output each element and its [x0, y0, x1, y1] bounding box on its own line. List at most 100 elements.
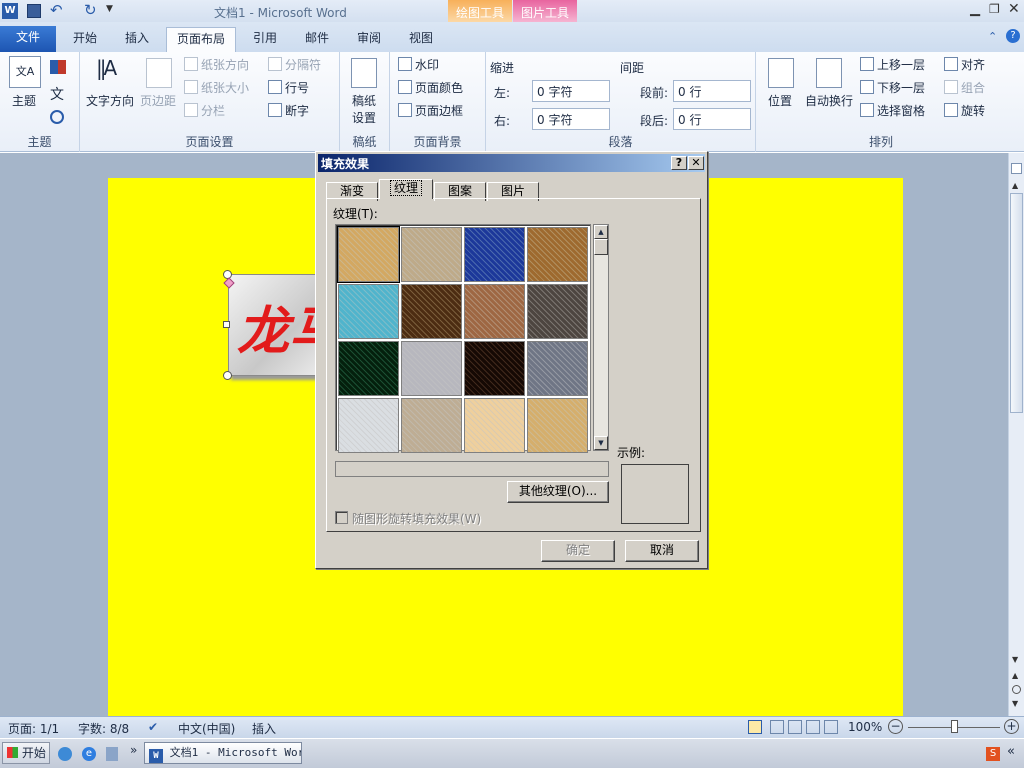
selection-handle[interactable] [223, 321, 230, 328]
ie-icon[interactable]: e [82, 747, 96, 761]
word-app-icon[interactable]: W [2, 3, 18, 19]
dialog-title-bar[interactable]: 填充效果 ? ✕ [318, 154, 705, 172]
texture-swatch[interactable] [338, 341, 399, 396]
zoom-in-icon[interactable]: + [1004, 719, 1019, 734]
more-textures-button[interactable]: 其他纹理(O)... [507, 481, 609, 503]
texture-swatch[interactable] [464, 341, 525, 396]
draft-view-icon[interactable] [824, 720, 838, 734]
texture-swatch[interactable] [401, 341, 462, 396]
indent-left-input[interactable]: 0 字符 [532, 80, 610, 102]
texture-scroll-down-icon[interactable]: ▼ [594, 436, 608, 450]
texture-swatch[interactable] [337, 226, 400, 283]
draft-settings-icon[interactable] [351, 58, 377, 88]
dialog-help-button[interactable]: ? [671, 156, 687, 170]
wrap-text-icon[interactable] [816, 58, 842, 88]
breaks-button[interactable]: 分隔符 [268, 56, 321, 73]
texture-swatch[interactable] [401, 227, 462, 282]
quick-access-dropdown-icon[interactable]: ▼ [106, 4, 113, 14]
quick-launch-overflow-icon[interactable]: » [130, 743, 137, 757]
web-layout-icon[interactable] [788, 720, 802, 734]
theme-button[interactable]: 主题 [12, 92, 36, 109]
page-color-button[interactable]: 页面颜色 [398, 79, 463, 96]
browse-object-icon[interactable] [1012, 685, 1021, 694]
texture-scrollbar[interactable]: ▲ ▼ [593, 224, 609, 451]
outline-icon[interactable] [806, 720, 820, 734]
draft-settings-label1[interactable]: 稿纸 [352, 92, 376, 109]
texture-swatch[interactable] [527, 341, 588, 396]
zoom-level[interactable]: 100% [848, 720, 882, 734]
full-screen-reading-icon[interactable] [770, 720, 784, 734]
theme-fonts-icon[interactable]: 文 [50, 84, 64, 104]
scroll-thumb[interactable] [1010, 193, 1023, 413]
texture-swatch[interactable] [338, 398, 399, 453]
hyphenation-button[interactable]: 断字 [268, 102, 309, 119]
zoom-out-icon[interactable]: − [888, 719, 903, 734]
texture-swatch[interactable] [527, 398, 588, 453]
tab-file[interactable]: 文件 [0, 26, 56, 52]
tab-references[interactable]: 引用 [242, 27, 288, 52]
text-direction-button[interactable]: 文字方向 [86, 92, 134, 109]
print-layout-icon[interactable] [748, 720, 762, 734]
selection-handle[interactable] [223, 371, 232, 380]
proofing-icon[interactable]: ✔ [148, 720, 158, 734]
tab-texture[interactable]: 纹理 [379, 179, 433, 199]
ribbon-collapse-icon[interactable]: ⌃ [988, 30, 997, 43]
texture-swatch[interactable] [401, 398, 462, 453]
dialog-close-button[interactable]: ✕ [688, 156, 704, 170]
start-button[interactable]: 开始 [2, 742, 50, 764]
prev-page-icon[interactable]: ▲ [1012, 671, 1018, 680]
watermark-button[interactable]: 水印 [398, 56, 439, 73]
undo-icon[interactable]: ↶ [50, 1, 63, 19]
tab-view[interactable]: 视图 [398, 27, 444, 52]
texture-swatch[interactable] [338, 284, 399, 339]
tab-insert[interactable]: 插入 [114, 27, 160, 52]
align-button[interactable]: 对齐 [944, 56, 985, 73]
language-indicator[interactable]: 中文(中国) [178, 720, 235, 737]
zoom-slider-thumb[interactable] [951, 720, 958, 733]
ruler-toggle-icon[interactable] [1011, 163, 1022, 174]
tab-home[interactable]: 开始 [62, 27, 108, 52]
margins-icon[interactable] [146, 58, 172, 88]
close-window-button[interactable]: ✕ [1008, 1, 1020, 17]
bring-forward-button[interactable]: 上移一层 [860, 56, 925, 73]
word-art-shape[interactable]: 龙马 [228, 274, 328, 376]
page-count[interactable]: 页面: 1/1 [8, 720, 59, 737]
selection-pane-button[interactable]: 选择窗格 [860, 102, 925, 119]
taskbar-word-task[interactable]: W 文档1 - Microsoft Word [144, 742, 302, 764]
scroll-down-icon[interactable]: ▼ [1012, 655, 1018, 664]
vertical-scrollbar[interactable]: ▲ ▼ ▲ ▼ [1008, 153, 1024, 716]
redo-icon[interactable]: ↻ [84, 1, 97, 19]
send-backward-button[interactable]: 下移一层 [860, 79, 925, 96]
cancel-button[interactable]: 取消 [625, 540, 699, 562]
wrap-text-button[interactable]: 自动换行 [805, 92, 853, 109]
save-icon[interactable] [27, 4, 41, 18]
tab-review[interactable]: 审阅 [346, 27, 392, 52]
tab-page-layout[interactable]: 页面布局 [166, 27, 236, 52]
help-icon[interactable]: ? [1006, 29, 1020, 43]
tray-app-icon[interactable]: S [986, 747, 1000, 761]
texture-swatch[interactable] [464, 284, 525, 339]
columns-button[interactable]: 分栏 [184, 102, 225, 119]
minimize-button[interactable]: ▁ [970, 2, 980, 17]
position-button[interactable]: 位置 [768, 92, 792, 109]
theme-icon[interactable]: 文A [9, 56, 41, 88]
quick-launch-app-icon[interactable] [58, 747, 72, 761]
texture-swatch[interactable] [401, 284, 462, 339]
size-button[interactable]: 纸张大小 [184, 79, 249, 96]
texture-swatch[interactable] [464, 227, 525, 282]
line-numbers-button[interactable]: 行号 [268, 79, 309, 96]
tray-expand-icon[interactable]: « [1007, 744, 1015, 759]
spacing-after-input[interactable]: 0 行 [673, 108, 751, 130]
position-icon[interactable] [768, 58, 794, 88]
text-direction-icon[interactable]: ||A [96, 56, 128, 88]
word-count[interactable]: 字数: 8/8 [78, 720, 129, 737]
texture-scroll-up-icon[interactable]: ▲ [594, 225, 608, 239]
margins-button[interactable]: 页边距 [140, 92, 176, 109]
ok-button[interactable]: 确定 [541, 540, 615, 562]
texture-swatch[interactable] [527, 284, 588, 339]
restore-button[interactable]: ❐ [989, 2, 1000, 16]
theme-effects-icon[interactable] [50, 110, 64, 124]
insert-mode[interactable]: 插入 [252, 720, 276, 737]
texture-swatch[interactable] [527, 227, 588, 282]
texture-scroll-thumb[interactable] [594, 239, 608, 255]
